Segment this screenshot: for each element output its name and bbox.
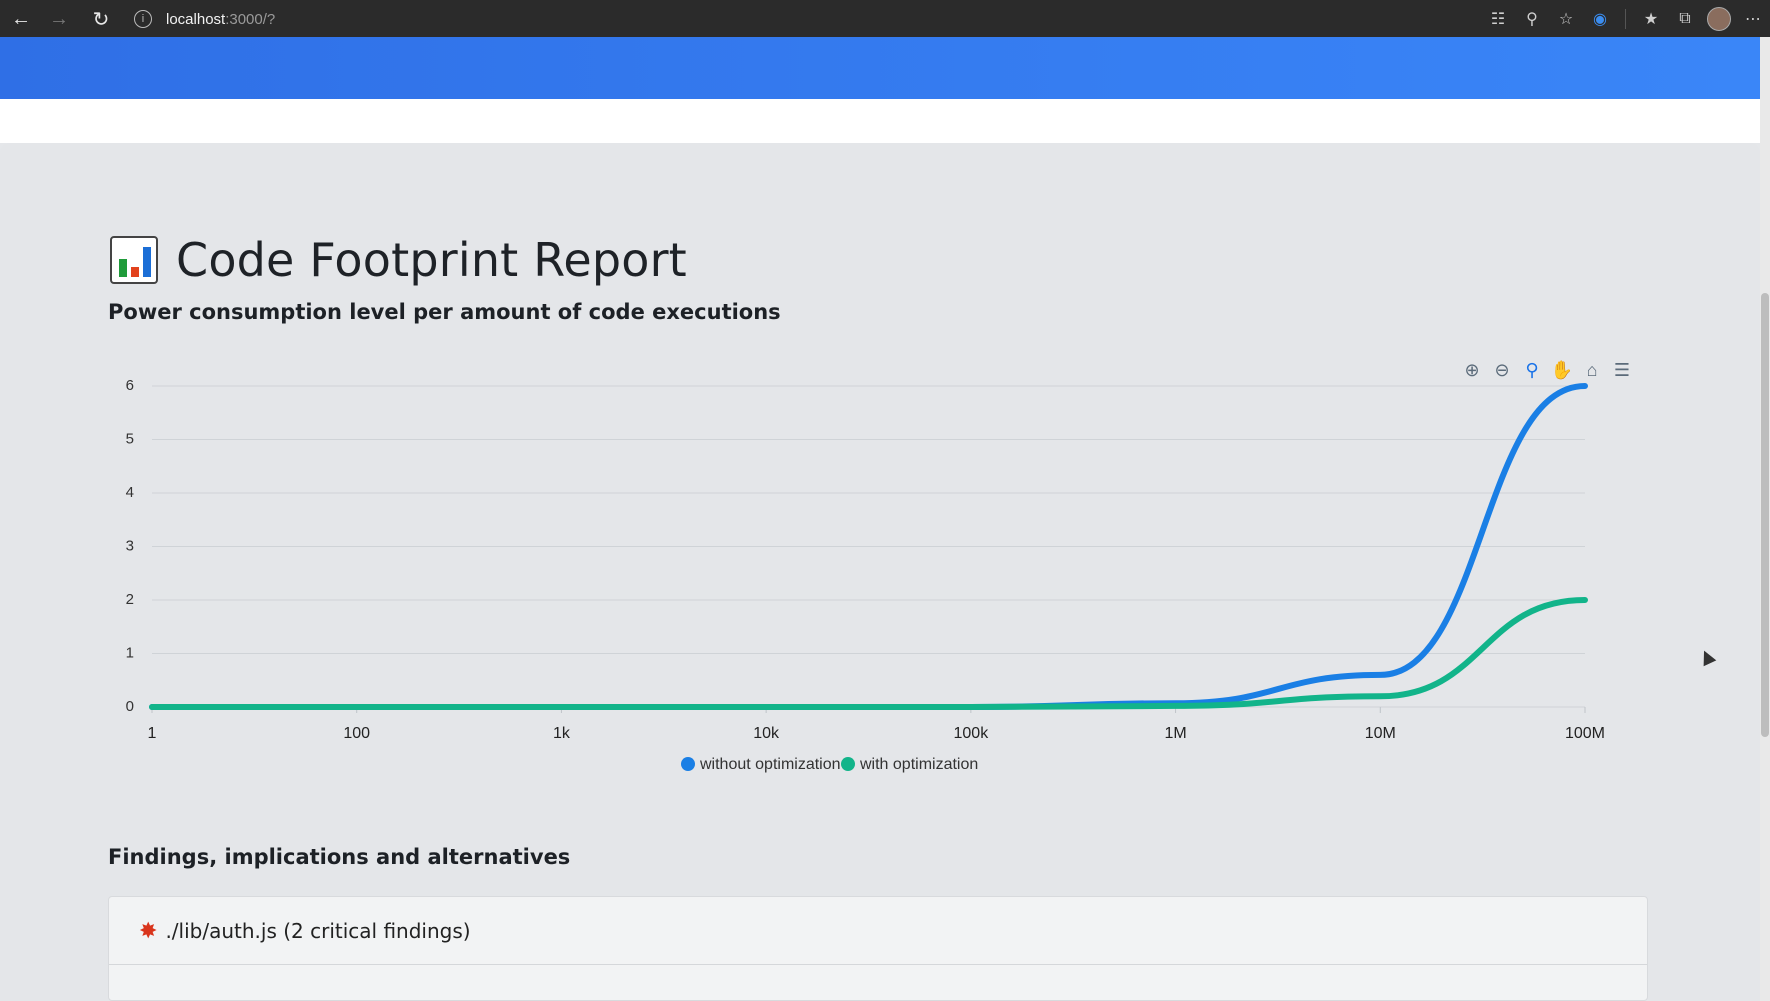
app-header-bar <box>0 37 1760 99</box>
scrollbar-thumb[interactable] <box>1761 293 1769 737</box>
url-host: localhost <box>166 10 226 28</box>
favorite-star-icon[interactable]: ☆ <box>1549 0 1583 37</box>
y-tick-label: 2 <box>126 591 134 608</box>
y-tick-label: 0 <box>126 698 134 715</box>
toolbar-divider <box>1625 8 1626 29</box>
back-icon[interactable]: ← <box>8 6 34 32</box>
power-consumption-chart: 01234561 100 1k 10k 100k 1M 10M 100Mwithout opt… <box>126 377 1605 773</box>
info-icon[interactable]: i <box>134 10 152 28</box>
x-tick-label: 10M <box>1365 725 1396 742</box>
legend-marker <box>681 757 695 771</box>
chart-subtitle: Power consumption level per amount of co… <box>108 300 781 324</box>
forward-icon[interactable]: → <box>46 6 72 32</box>
x-tick-label: 100M <box>1565 725 1605 742</box>
refresh-icon[interactable]: ↻ <box>88 6 114 32</box>
url-path: :3000/? <box>225 10 276 28</box>
address-bar[interactable]: i localhost:3000/? <box>134 5 1424 33</box>
x-tick-label: 1M <box>1164 725 1186 742</box>
finding-title: ./lib/auth.js (2 critical findings) <box>165 918 471 943</box>
extension-icon[interactable]: ◉ <box>1583 0 1617 37</box>
x-tick-label: 10k <box>753 725 780 742</box>
y-tick-label: 3 <box>126 538 134 555</box>
y-tick-label: 6 <box>126 377 134 394</box>
page-title: Code Footprint Report <box>176 233 687 287</box>
legend-marker <box>841 757 855 771</box>
more-menu-icon[interactable]: ⋯ <box>1736 0 1770 37</box>
x-tick-label: 1k <box>553 725 571 742</box>
x-tick-label: 100k <box>954 725 990 742</box>
scrollbar[interactable] <box>1760 37 1770 1001</box>
read-aloud-icon[interactable]: ☷ <box>1481 0 1515 37</box>
zoom-icon[interactable]: ⚲ <box>1515 0 1549 37</box>
browser-toolbar: ← → ↻ i localhost:3000/? ☷ ⚲ ☆ ◉ ★ ⧉ ⋯ <box>0 0 1770 37</box>
legend-label: without optimization <box>699 756 841 773</box>
header-spacer <box>0 99 1760 143</box>
favorites-icon[interactable]: ★ <box>1634 0 1668 37</box>
findings-heading: Findings, implications and alternatives <box>108 845 571 869</box>
x-tick-label: 1 <box>148 725 157 742</box>
finding-header[interactable]: ✸ ./lib/auth.js (2 critical findings) <box>109 897 1647 965</box>
collision-icon: ✸ <box>139 917 158 943</box>
finding-card[interactable]: ✸ ./lib/auth.js (2 critical findings) <box>108 896 1648 1001</box>
legend-label: with optimization <box>859 756 978 773</box>
x-tick-label: 100 <box>343 725 370 742</box>
profile-avatar[interactable] <box>1702 0 1736 37</box>
bar-chart-icon <box>110 236 158 284</box>
collections-icon[interactable]: ⧉ <box>1668 0 1702 37</box>
y-tick-label: 4 <box>126 484 134 501</box>
y-tick-label: 5 <box>126 431 134 448</box>
y-tick-label: 1 <box>126 645 134 662</box>
title-row: Code Footprint Report <box>110 233 687 287</box>
